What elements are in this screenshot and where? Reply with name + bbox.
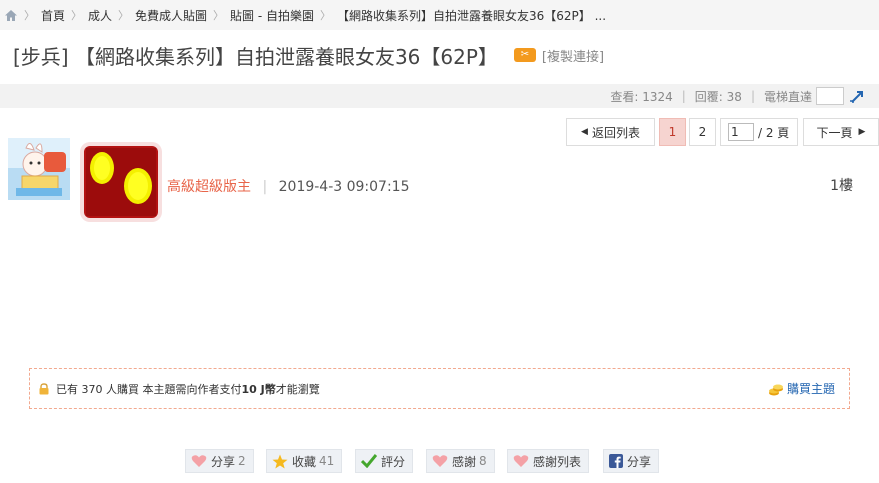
buy-thread-button[interactable]: 購買主題 (768, 380, 835, 397)
chevron-right-icon: 〉 (24, 9, 35, 22)
breadcrumb-current-thread[interactable]: 【網路收集系列】自拍泄露養眼女友36【62P】 ... (337, 7, 606, 24)
thread-header: [步兵] 【網路收集系列】自拍泄露養眼女友36【62P】 ✂ [複製連接] (0, 30, 879, 80)
page-jump: 1 / 2 頁 (720, 118, 798, 146)
coins-icon (768, 384, 783, 395)
home-icon[interactable] (4, 9, 18, 22)
member-badge-image (80, 142, 162, 222)
floor-jump-input[interactable] (816, 87, 844, 105)
jump-arrow-icon[interactable] (849, 88, 865, 104)
heart-icon (513, 455, 529, 467)
heart-icon (191, 455, 207, 467)
page-number-input[interactable]: 1 (728, 123, 754, 141)
breadcrumb-selfie-forum[interactable]: 貼圖 - 自拍樂園 (230, 7, 314, 24)
breadcrumb: 〉 首頁 〉 成人 〉 免費成人貼圖 〉 貼圖 - 自拍樂園 〉 【網路收集系列… (0, 0, 879, 30)
triangle-left-icon: ◀ (581, 127, 588, 137)
view-count: 查看: 1324 (610, 89, 673, 104)
author-rank[interactable]: 高級超級版主 (167, 179, 251, 195)
page-1-button[interactable]: 1 (659, 118, 686, 146)
favorite-button[interactable]: 收藏 41 (266, 449, 343, 473)
copy-link-icon[interactable]: ✂ (513, 48, 536, 62)
purchase-text-after: 才能瀏覽 (275, 382, 320, 396)
floor-number[interactable]: 1樓 (830, 175, 853, 195)
post-meta: 高級超級版主 | 2019-4-3 09:07:15 (167, 179, 410, 195)
triangle-right-icon: ▶ (858, 127, 866, 137)
chevron-right-icon: 〉 (320, 9, 332, 22)
purchase-text: 已有 370 人購買 本主題需向作者支付 (56, 382, 242, 396)
page-2-button[interactable]: 2 (689, 118, 716, 146)
chevron-right-icon: 〉 (118, 9, 130, 22)
copy-link-button[interactable]: [複製連接] (542, 46, 604, 65)
elevator-label: 電梯直達 (763, 89, 812, 104)
breadcrumb-adult[interactable]: 成人 (88, 7, 112, 24)
check-icon (361, 454, 377, 468)
facebook-share-button[interactable]: 分享 (603, 449, 660, 473)
back-to-list-button[interactable]: ◀ 返回列表 (566, 118, 655, 146)
facebook-icon (609, 454, 623, 468)
purchase-notice: 已有 370 人購買 本主題需向作者支付 10 J幣 才能瀏覽 購買主題 (29, 368, 850, 409)
thanks-list-button[interactable]: 感謝列表 (507, 449, 590, 473)
rate-button[interactable]: 評分 (355, 449, 414, 473)
thread-stats: 查看: 1324 | 回覆: 38 | 電梯直達 (0, 84, 879, 108)
reply-count: 回覆: 38 (694, 89, 742, 104)
purchase-price: 10 J幣 (241, 382, 276, 396)
page-title: [步兵] 【網路收集系列】自拍泄露養眼女友36【62P】 (13, 44, 498, 69)
post-actions: 分享 2 收藏 41 評分 感謝 8 感謝列表 分享 (0, 449, 879, 473)
star-icon (272, 454, 288, 468)
breadcrumb-home[interactable]: 首頁 (41, 7, 65, 24)
chevron-right-icon: 〉 (213, 9, 225, 22)
heart-icon (432, 455, 448, 467)
avatar[interactable] (8, 138, 70, 200)
thanks-button[interactable]: 感謝 8 (426, 449, 495, 473)
lock-icon (39, 382, 49, 394)
next-page-button[interactable]: 下一頁 ▶ (803, 118, 879, 146)
breadcrumb-free-gallery[interactable]: 免費成人貼圖 (135, 7, 207, 24)
chevron-right-icon: 〉 (71, 9, 83, 22)
share-button[interactable]: 分享 2 (185, 449, 254, 473)
post-time: 2019-4-3 09:07:15 (278, 179, 410, 195)
